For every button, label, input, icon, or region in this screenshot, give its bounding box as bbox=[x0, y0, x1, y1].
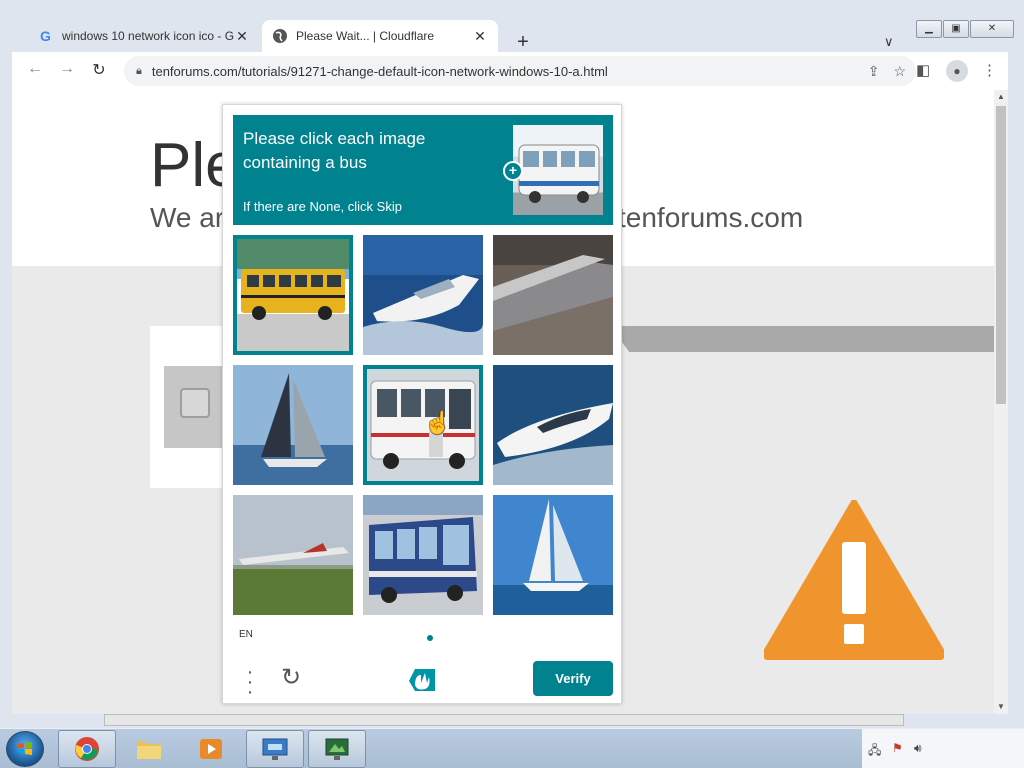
image-tile-4[interactable] bbox=[233, 365, 353, 485]
side-panel-icon[interactable]: ◧ bbox=[916, 61, 930, 79]
minimize-button[interactable]: ▁ bbox=[916, 20, 942, 38]
image-tile-1[interactable] bbox=[233, 235, 353, 355]
windows-logo-icon bbox=[18, 742, 32, 755]
display-settings-icon bbox=[325, 738, 349, 760]
url-text: tenforums.com/tutorials/91271-change-def… bbox=[151, 63, 608, 79]
vertical-scrollbar[interactable]: ▲ ▼ bbox=[994, 90, 1008, 714]
image-tile-5[interactable] bbox=[363, 365, 483, 485]
folder-icon bbox=[137, 741, 161, 759]
google-icon: G bbox=[38, 28, 54, 44]
scroll-down-arrow-icon[interactable]: ▼ bbox=[994, 700, 1008, 714]
network-tray-icon[interactable]: 🖧︎ bbox=[868, 741, 881, 762]
volume-icon[interactable]: 🔊︎ bbox=[914, 741, 922, 756]
chrome-icon bbox=[75, 737, 99, 761]
captcha-prompt: Please click each image containing a bus… bbox=[233, 115, 613, 225]
prompt-subtitle: If there are None, click Skip bbox=[243, 199, 402, 214]
scroll-up-arrow-icon[interactable]: ▲ bbox=[994, 90, 1008, 104]
menu-dots-icon[interactable]: · · · bbox=[245, 662, 255, 702]
hcaptcha-logo-icon[interactable] bbox=[405, 665, 439, 695]
action-center-icon[interactable]: ⚑ bbox=[892, 741, 903, 755]
browser-window: G windows 10 network icon ico - G ✕ Plea… bbox=[0, 0, 1024, 728]
taskbar-chrome[interactable] bbox=[58, 730, 116, 768]
prompt-title: Please click each image containing a bus bbox=[243, 129, 426, 172]
expand-plus-icon[interactable]: + bbox=[503, 161, 523, 181]
tab-title: windows 10 network icon ico - G bbox=[62, 29, 234, 43]
image-tile-7[interactable] bbox=[233, 495, 353, 615]
prompt-example-image[interactable] bbox=[513, 125, 603, 215]
tab-google-search[interactable]: G windows 10 network icon ico - G ✕ bbox=[28, 20, 260, 52]
maximize-button[interactable]: ▣ bbox=[943, 20, 969, 38]
language-selector[interactable]: EN bbox=[239, 629, 253, 640]
image-tile-9[interactable] bbox=[493, 495, 613, 615]
reload-icon[interactable]: ↻ bbox=[88, 60, 110, 80]
tab-cloudflare[interactable]: Please Wait... | Cloudflare ✕ bbox=[262, 20, 498, 52]
taskbar-display-app[interactable] bbox=[308, 730, 366, 768]
image-tile-2[interactable] bbox=[363, 235, 483, 355]
profile-button[interactable]: ● bbox=[946, 60, 968, 82]
captcha-challenge: Please click each image containing a bus… bbox=[222, 104, 622, 704]
network-computer-icon bbox=[262, 738, 288, 760]
start-button[interactable] bbox=[6, 731, 44, 767]
address-bar[interactable]: 🔒︎ tenforums.com/tutorials/91271-change-… bbox=[124, 56, 916, 86]
tab-search-icon[interactable]: ∨ bbox=[884, 34, 894, 50]
window-close-button[interactable]: ✕ bbox=[970, 20, 1014, 38]
image-tile-8[interactable] bbox=[363, 495, 483, 615]
bookmark-star-icon[interactable]: ☆ bbox=[893, 63, 906, 80]
new-tab-button[interactable]: + bbox=[512, 32, 534, 52]
image-tile-6[interactable] bbox=[493, 365, 613, 485]
forward-arrow-icon[interactable]: → bbox=[56, 60, 78, 78]
page-site-name: tenforums.com bbox=[618, 202, 804, 233]
more-menu-icon[interactable]: ⋮ bbox=[982, 61, 997, 79]
taskbar: 🖧︎ ⚑ 🔊︎ bbox=[0, 728, 1024, 768]
close-icon[interactable]: ✕ bbox=[234, 28, 250, 45]
refresh-icon[interactable]: ↻ bbox=[281, 663, 301, 692]
tab-strip: G windows 10 network icon ico - G ✕ Plea… bbox=[0, 10, 1024, 52]
window-controls: ▁ ▣ ✕ bbox=[916, 20, 1015, 38]
taskbar-media-player[interactable] bbox=[182, 730, 240, 768]
scroll-thumb[interactable] bbox=[996, 106, 1006, 404]
verify-button[interactable]: Verify bbox=[533, 661, 613, 696]
browser-toolbar: ← → ↻ 🔒︎ tenforums.com/tutorials/91271-c… bbox=[12, 52, 1008, 90]
globe-icon bbox=[272, 28, 288, 44]
gray-banner bbox=[610, 326, 994, 352]
warning-icon bbox=[764, 500, 944, 660]
system-tray: 🖧︎ ⚑ 🔊︎ bbox=[862, 729, 1024, 768]
media-player-icon bbox=[200, 739, 222, 759]
horizontal-scrollbar[interactable] bbox=[104, 714, 904, 726]
hand-cursor-icon: ☝ bbox=[424, 410, 452, 435]
lock-icon[interactable]: 🔒︎ bbox=[136, 65, 142, 78]
taskbar-explorer[interactable] bbox=[120, 730, 178, 768]
svg-text:G: G bbox=[40, 28, 51, 44]
challenge-checkbox[interactable] bbox=[180, 388, 210, 418]
back-arrow-icon[interactable]: ← bbox=[24, 60, 46, 78]
page-subtitle: We ar bbox=[150, 202, 225, 233]
page-indicator-dot bbox=[427, 635, 433, 641]
tab-title: Please Wait... | Cloudflare bbox=[296, 29, 435, 43]
image-grid bbox=[233, 235, 613, 615]
close-icon[interactable]: ✕ bbox=[472, 28, 488, 45]
taskbar-network-app[interactable] bbox=[246, 730, 304, 768]
profile-icon: ● bbox=[946, 60, 968, 82]
share-icon[interactable]: ⇪ bbox=[868, 63, 880, 80]
image-tile-3[interactable] bbox=[493, 235, 613, 355]
